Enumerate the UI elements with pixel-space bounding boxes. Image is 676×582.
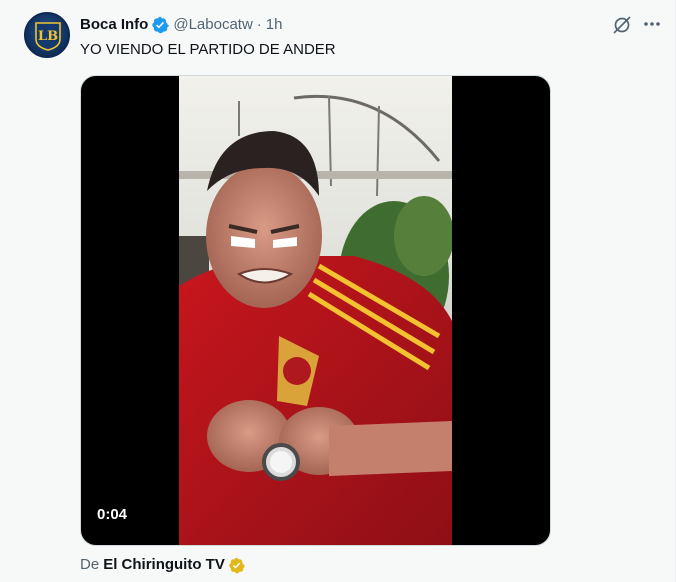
media-attribution: De El Chiringuito TV [80, 555, 245, 575]
attribution-source-link[interactable]: El Chiringuito TV [103, 555, 225, 575]
boca-info-logo: LB [35, 22, 61, 51]
video-thumbnail-image [179, 76, 452, 545]
svg-text:LB: LB [38, 29, 58, 44]
author-name[interactable]: Boca Info [80, 15, 148, 35]
video-player[interactable]: 0:04 [80, 75, 551, 546]
attribution-prefix: De [80, 556, 100, 573]
video-frame[interactable] [179, 76, 452, 545]
author-avatar[interactable]: LB [24, 12, 70, 58]
more-options-icon[interactable] [642, 14, 662, 34]
gold-verified-badge-icon[interactable] [228, 557, 245, 574]
author-handle[interactable]: @Labocatw [173, 15, 252, 35]
header-separator: · [256, 16, 262, 33]
verified-badge-icon[interactable] [151, 16, 170, 34]
tweet-card[interactable]: LB Boca Info @Labocatw · 1h YO VIENDO EL… [0, 0, 676, 582]
video-timestamp: 0:04 [97, 506, 128, 523]
tweet-header: Boca Info @Labocatw · 1h [80, 15, 282, 35]
tweet-text: YO VIENDO EL PARTIDO DE ANDER [80, 41, 336, 58]
grok-icon[interactable] [612, 15, 632, 35]
tweet-timestamp[interactable]: 1h [266, 15, 283, 35]
